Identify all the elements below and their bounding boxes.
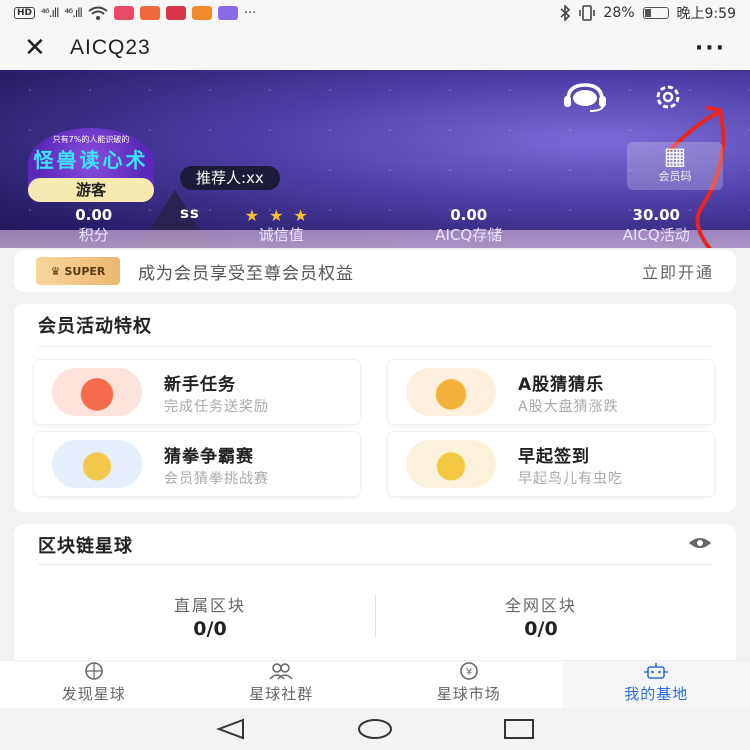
stats-row: 0.00 积分 ★★★ 诚信值 0.00 AICQ存储 30.00 AICQ活动 bbox=[0, 206, 750, 245]
task-name: 早起签到 bbox=[518, 447, 590, 467]
global-blocks: 全网区块 0/0 bbox=[441, 592, 641, 640]
qrcode-label: 会员码 bbox=[658, 170, 692, 183]
task-desc: A股大盘猜涨跌 bbox=[518, 399, 619, 415]
super-logo: ♛ SUPER bbox=[36, 257, 120, 285]
tab-label: 我的基地 bbox=[624, 685, 689, 703]
tab-label: 星球社群 bbox=[249, 685, 314, 703]
vibrate-icon bbox=[579, 5, 596, 21]
direct-blocks: 直属区块 0/0 bbox=[110, 592, 310, 640]
app-title: AICQ23 bbox=[70, 36, 151, 59]
stat-points[interactable]: 0.00 积分 bbox=[0, 206, 188, 245]
task-desc: 早起鸟儿有虫吃 bbox=[518, 471, 623, 487]
block-label: 直属区块 bbox=[173, 596, 246, 615]
task-name: A股猜猜乐 bbox=[518, 375, 605, 395]
wifi-icon bbox=[88, 6, 108, 20]
signal-icon: ⁴⁶.ıll bbox=[41, 6, 59, 20]
blockchain-planet-card: 区块链星球 直属区块 0/0 全网区块 0/0 bbox=[14, 524, 736, 674]
bluetooth-icon bbox=[560, 5, 571, 21]
tab-planet-market[interactable]: ¥ 星球市场 bbox=[375, 661, 563, 708]
home-icon[interactable] bbox=[357, 718, 393, 740]
stat-label: 积分 bbox=[78, 226, 109, 244]
app-notification-icon bbox=[139, 6, 160, 20]
app-notification-icon bbox=[165, 6, 186, 20]
section-title: 区块链星球 bbox=[38, 536, 133, 557]
stat-label: AICQ活动 bbox=[622, 226, 690, 244]
membership-banner[interactable]: ♛ SUPER 成为会员享受至尊会员权益 立即开通 bbox=[14, 250, 736, 292]
crown-icon: ♛ bbox=[50, 264, 61, 278]
stat-value: 30.00 bbox=[632, 206, 680, 224]
eye-icon[interactable] bbox=[688, 536, 712, 550]
column-divider bbox=[375, 594, 376, 638]
tab-label: 星球市场 bbox=[436, 685, 501, 703]
signal-icon: ⁴⁶.ıll bbox=[64, 6, 82, 20]
tab-planet-community[interactable]: 星球社群 bbox=[188, 661, 376, 708]
block-value: 0/0 bbox=[193, 618, 227, 640]
stat-label: 诚信值 bbox=[258, 226, 304, 244]
more-menu-button[interactable]: ··· bbox=[695, 36, 726, 61]
member-privileges-card: 会员活动特权 新手任务 完成任务送奖励 A股猜猜乐 A股大盘猜涨跌 猜拳争霸赛 … bbox=[14, 304, 736, 512]
app-notification-icon bbox=[113, 6, 134, 20]
activate-now-link[interactable]: 立即开通 bbox=[642, 259, 714, 283]
tab-discover-planet[interactable]: 发现星球 bbox=[0, 661, 188, 708]
stock-chart-icon bbox=[406, 368, 496, 416]
referrer-badge: 推荐人:xx bbox=[180, 166, 280, 190]
customer-service-icon[interactable] bbox=[560, 82, 610, 112]
robot-icon bbox=[563, 661, 750, 683]
yen-icon: ¥ bbox=[375, 661, 563, 683]
title-bar: ✕ AICQ23 ··· bbox=[0, 26, 750, 70]
stat-value: 0.00 bbox=[450, 206, 488, 224]
divider bbox=[38, 564, 712, 565]
divider bbox=[38, 346, 712, 347]
task-name: 新手任务 bbox=[164, 375, 236, 395]
red-envelope-icon bbox=[52, 368, 142, 416]
member-qrcode-button[interactable]: ▦ 会员码 bbox=[627, 142, 723, 190]
stat-storage[interactable]: 0.00 AICQ存储 bbox=[375, 206, 563, 245]
app-notification-icon bbox=[217, 6, 238, 20]
task-name: 猜拳争霸赛 bbox=[164, 447, 254, 467]
super-logo-text: SUPER bbox=[64, 264, 106, 278]
block-value: 0/0 bbox=[524, 618, 558, 640]
battery-icon bbox=[642, 7, 669, 19]
stat-label: AICQ存储 bbox=[435, 226, 503, 244]
people-icon bbox=[188, 661, 376, 683]
close-icon[interactable]: ✕ bbox=[24, 33, 54, 63]
qrcode-icon: ▦ bbox=[663, 142, 687, 170]
calendar-checkin-icon bbox=[406, 440, 496, 488]
task-desc: 完成任务送奖励 bbox=[164, 399, 269, 415]
tab-label: 发现星球 bbox=[61, 685, 126, 703]
task-rps-contest[interactable]: 猜拳争霸赛 会员猜拳挑战赛 bbox=[34, 432, 360, 496]
back-icon[interactable] bbox=[215, 718, 247, 740]
avatar-title: 怪兽读心术 bbox=[33, 148, 149, 172]
app-notification-icon bbox=[191, 6, 212, 20]
task-stock-guess[interactable]: A股猜猜乐 A股大盘猜涨跌 bbox=[388, 360, 714, 424]
role-badge: 游客 bbox=[28, 178, 154, 202]
clock: 晚上9:59 bbox=[676, 6, 736, 22]
rock-paper-scissors-icon bbox=[52, 440, 142, 488]
stat-credit[interactable]: ★★★ 诚信值 bbox=[188, 206, 376, 245]
section-title: 会员活动特权 bbox=[38, 316, 152, 337]
svg-text:¥: ¥ bbox=[466, 667, 472, 678]
hd-badge: HD bbox=[14, 7, 36, 19]
membership-promo-text: 成为会员享受至尊会员权益 bbox=[138, 263, 354, 284]
battery-percent: 28% bbox=[603, 5, 635, 21]
stat-activity[interactable]: 30.00 AICQ活动 bbox=[563, 206, 750, 245]
task-desc: 会员猜拳挑战赛 bbox=[164, 471, 269, 487]
task-early-checkin[interactable]: 早起签到 早起鸟儿有虫吃 bbox=[388, 432, 714, 496]
bottom-navigation: 发现星球 星球社群 ¥ 星球市场 我的基地 bbox=[0, 660, 750, 708]
task-newbie[interactable]: 新手任务 完成任务送奖励 bbox=[34, 360, 360, 424]
recent-apps-icon[interactable] bbox=[503, 718, 535, 740]
tab-my-base[interactable]: 我的基地 bbox=[562, 661, 750, 708]
status-bar: HD ⁴⁶.ıll ⁴⁶.ıll ··· 28% 晚上9:59 bbox=[0, 0, 750, 26]
stat-value: 0.00 bbox=[75, 206, 113, 224]
credit-stars: ★★★ bbox=[244, 206, 318, 225]
compass-icon bbox=[0, 661, 188, 683]
block-label: 全网区块 bbox=[504, 596, 577, 615]
more-notifications: ··· bbox=[243, 5, 257, 21]
system-navigation-bar bbox=[0, 708, 750, 750]
